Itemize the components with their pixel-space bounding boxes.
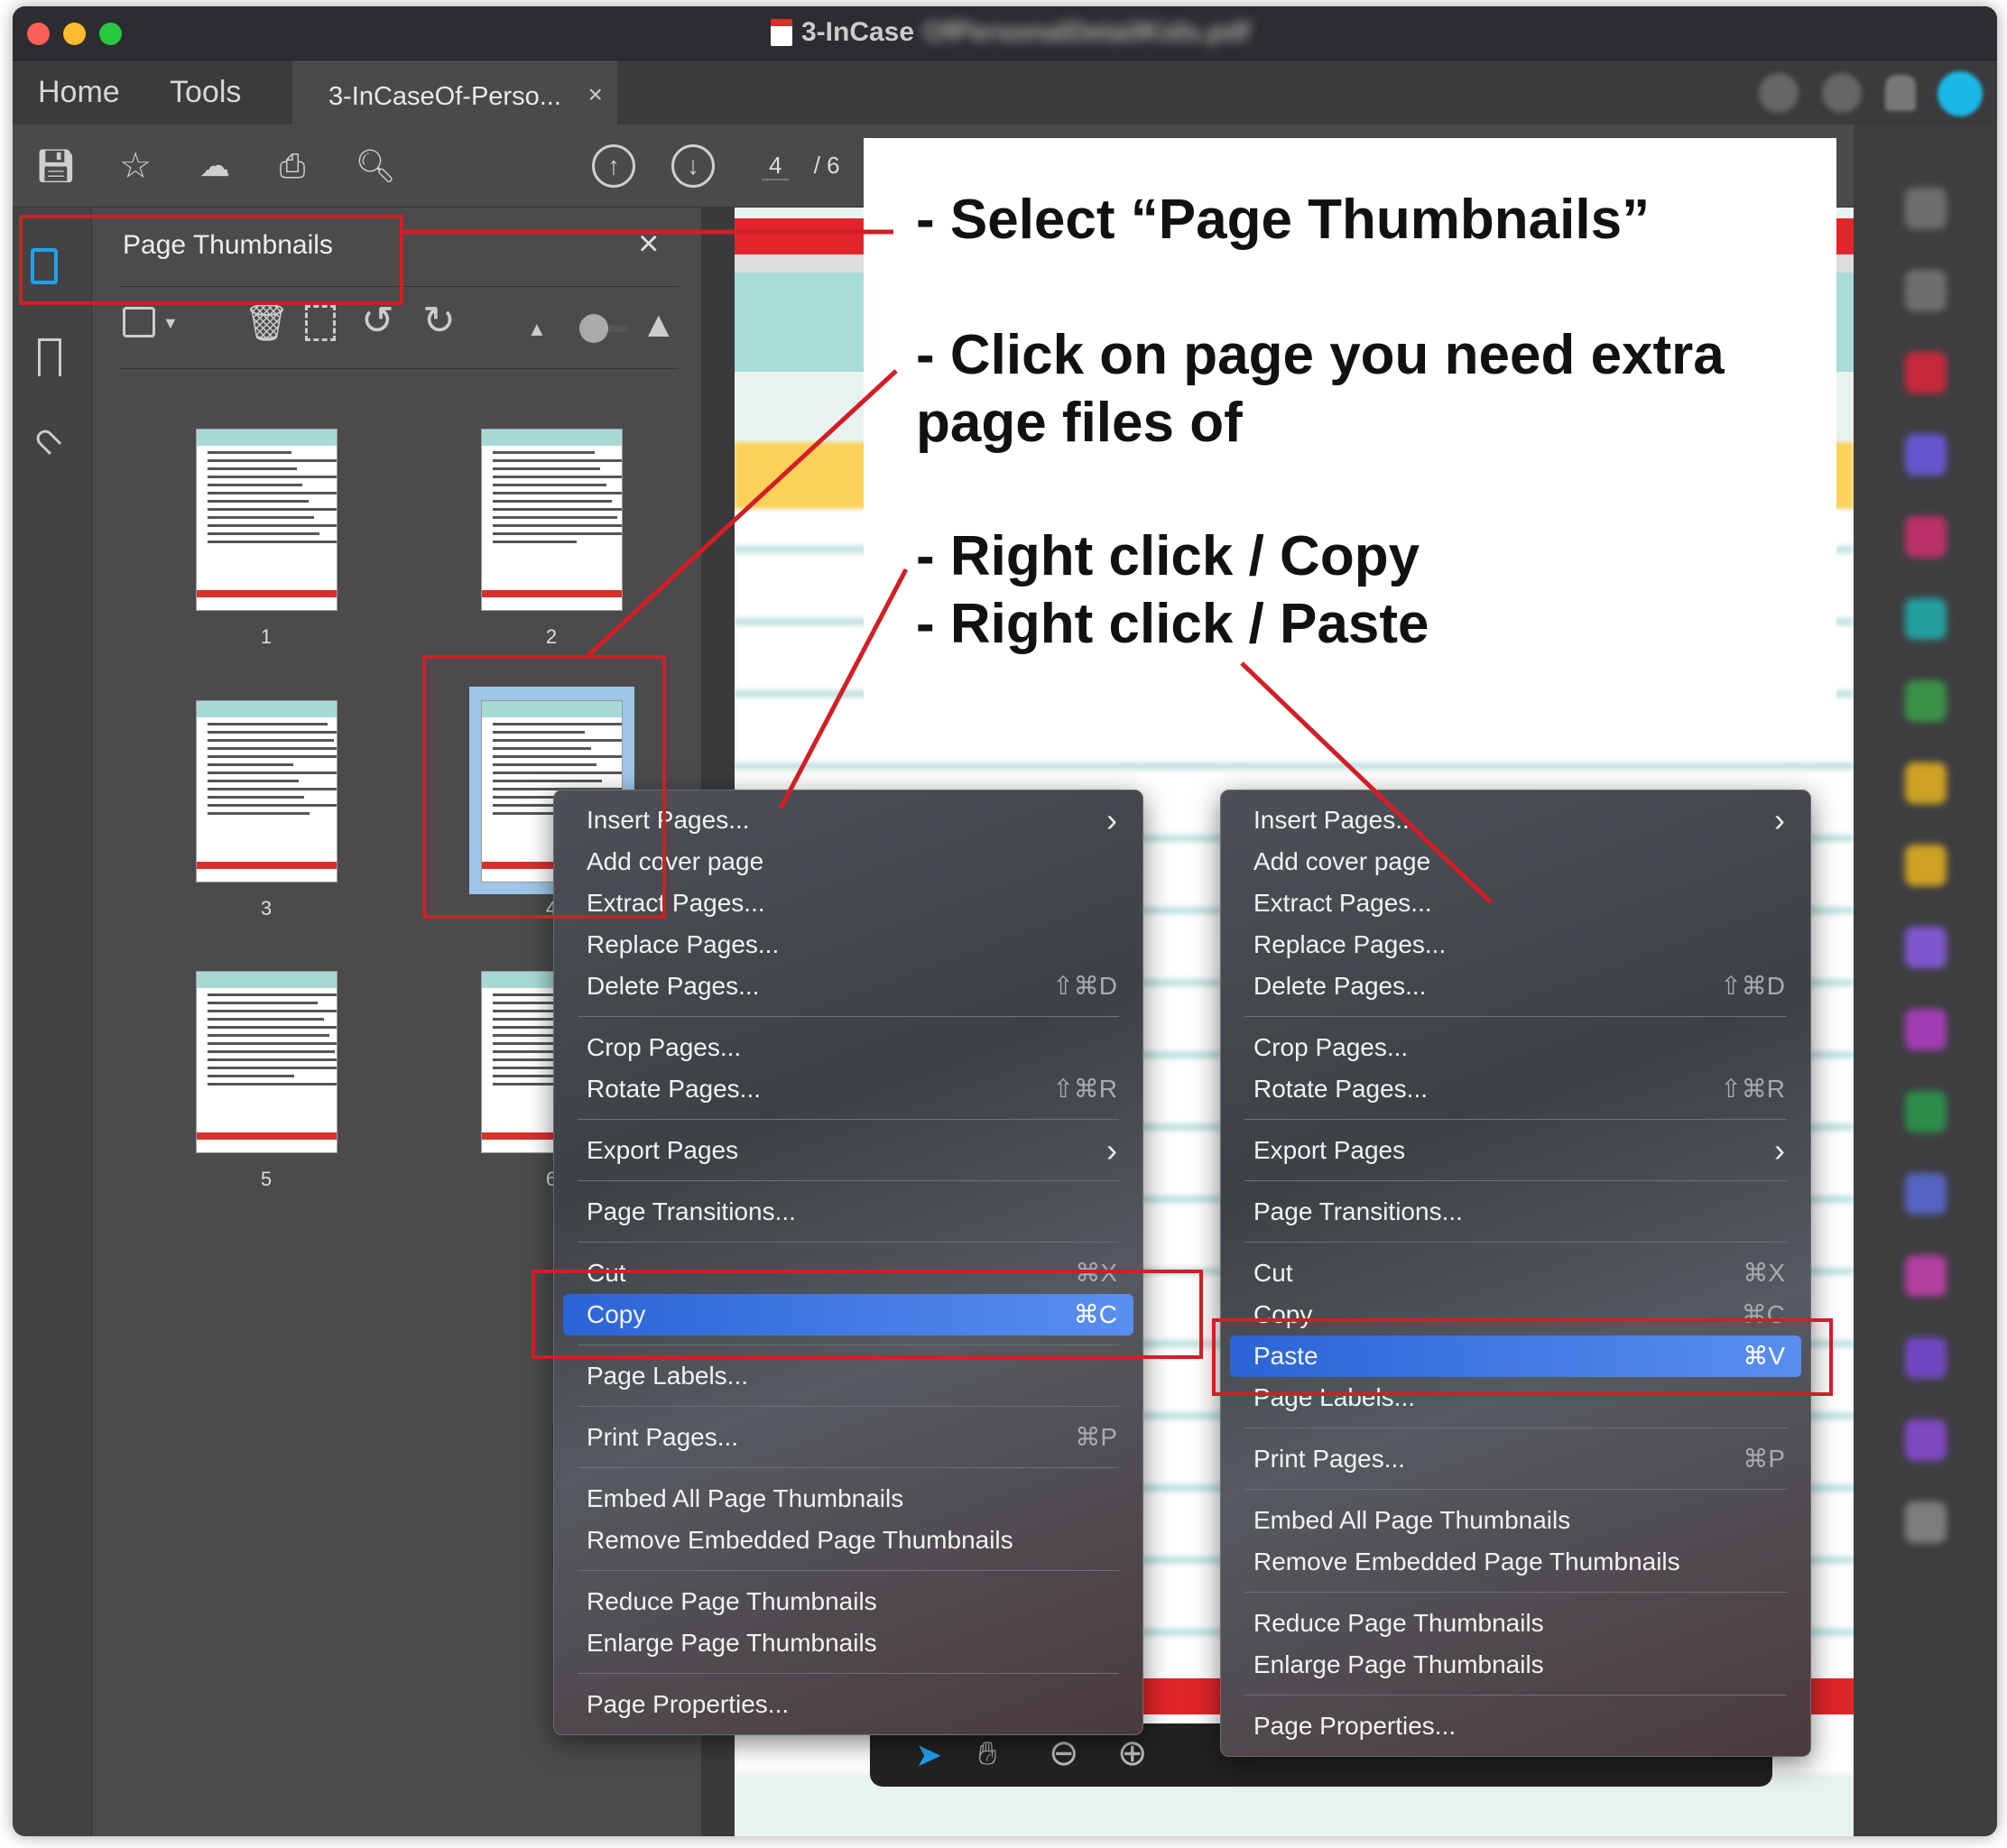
pointer-line-2 (587, 369, 898, 657)
annotation-arrows (403, 229, 1493, 904)
pointer-line-3 (778, 568, 909, 810)
pointer-line-4 (1240, 661, 1493, 904)
